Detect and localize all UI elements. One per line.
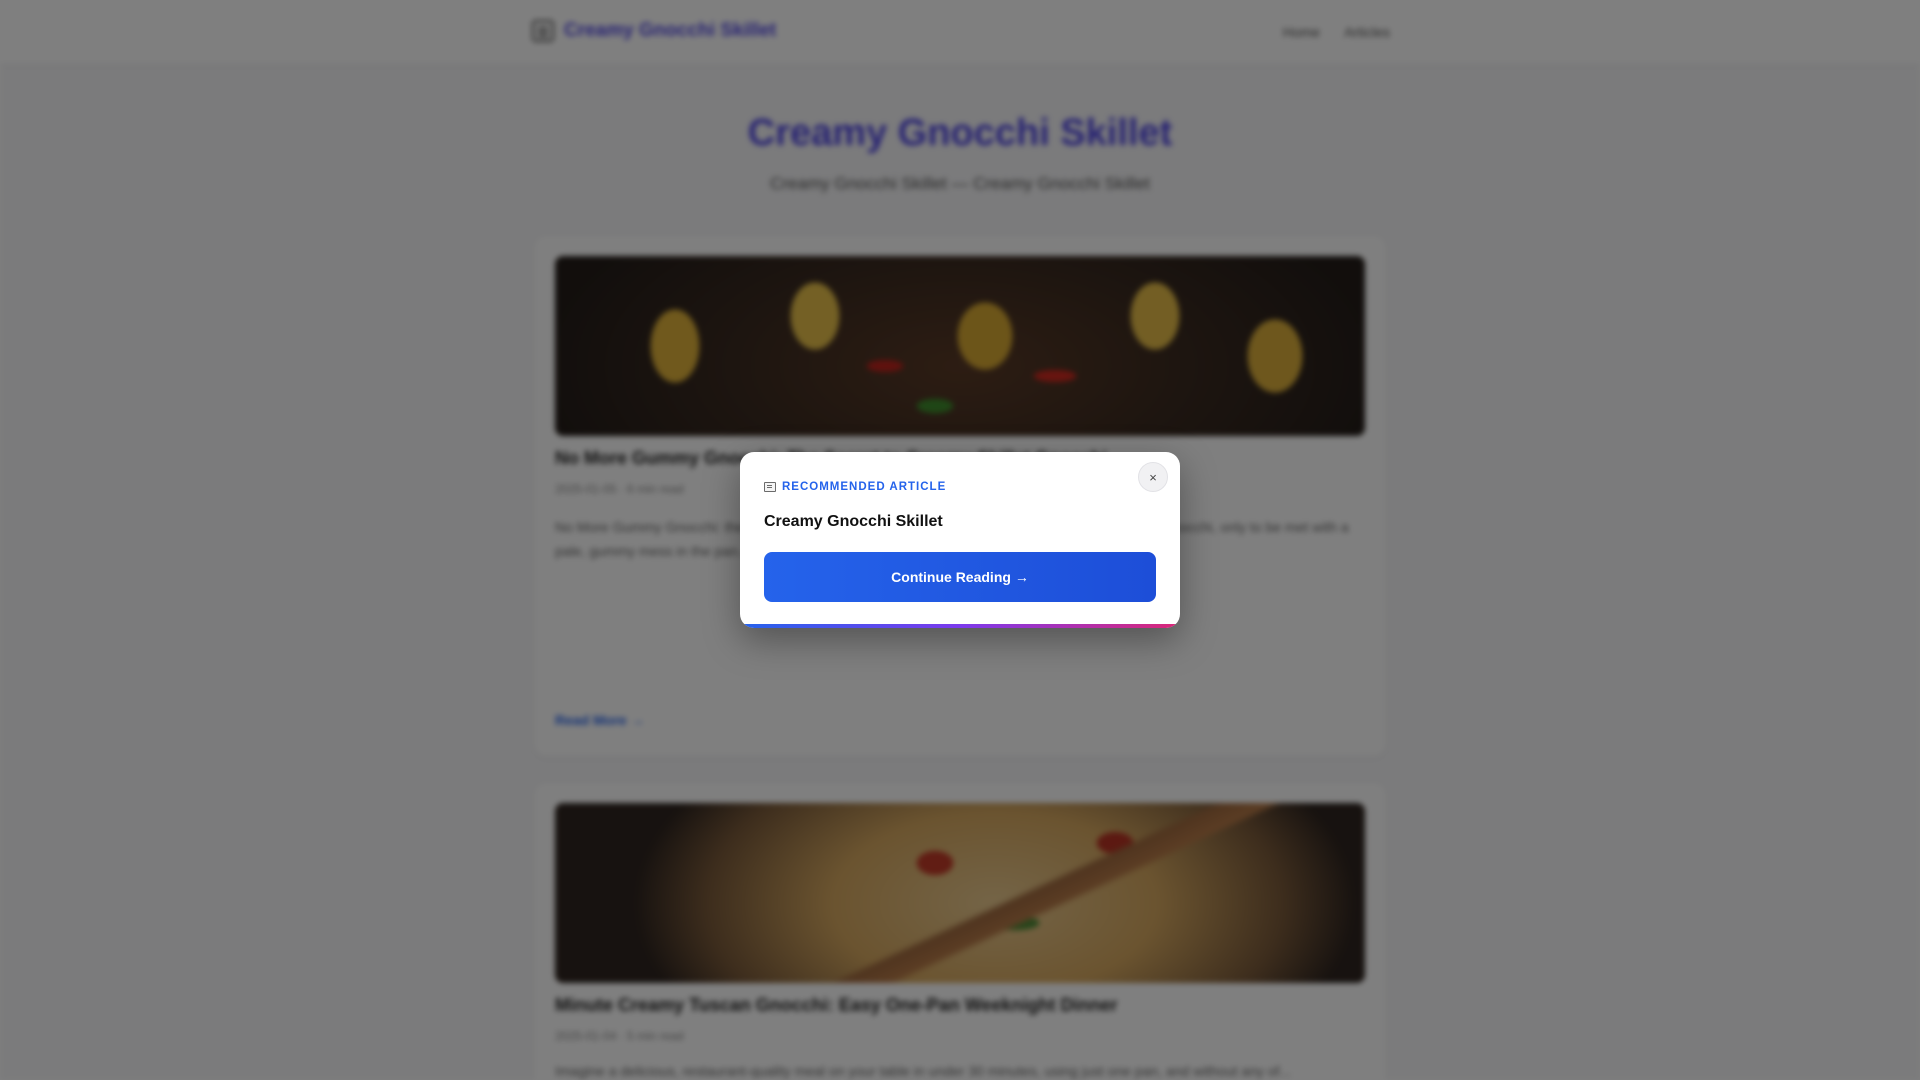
modal-article-title: Creamy Gnocchi Skillet bbox=[764, 513, 943, 530]
modal-accent-bar bbox=[740, 624, 1180, 628]
modal-label: RECOMMENDED ARTICLE bbox=[764, 481, 946, 493]
close-button[interactable]: × bbox=[1138, 462, 1168, 492]
newspaper-icon bbox=[764, 482, 776, 492]
modal-label-text: RECOMMENDED ARTICLE bbox=[782, 481, 947, 493]
close-icon: × bbox=[1149, 469, 1157, 485]
continue-reading-button[interactable]: Continue Reading → bbox=[764, 552, 1156, 602]
recommended-article-modal: RECOMMENDED ARTICLE Creamy Gnocchi Skill… bbox=[740, 452, 1180, 628]
